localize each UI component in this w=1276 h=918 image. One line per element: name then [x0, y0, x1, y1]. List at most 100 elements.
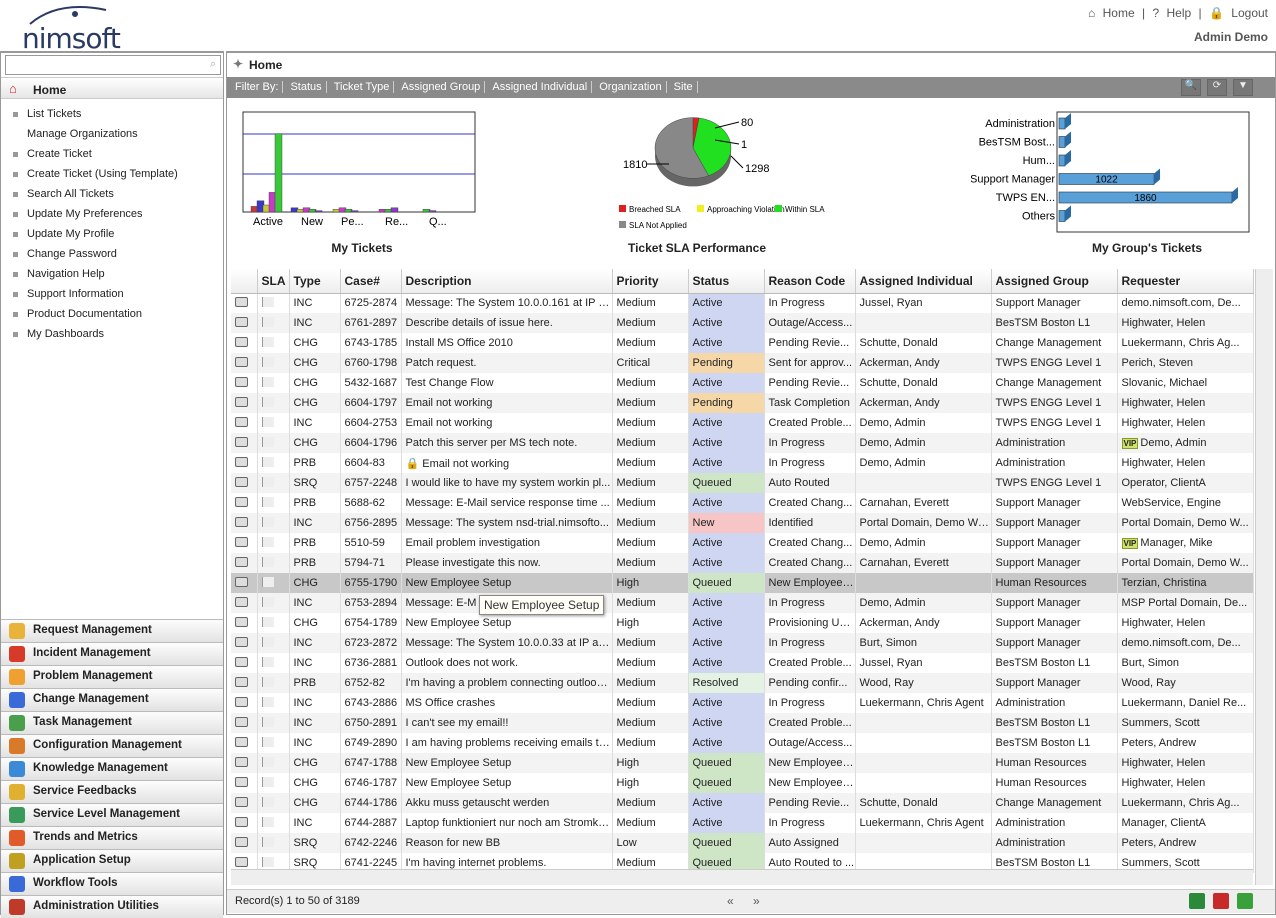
print-icon[interactable]	[235, 416, 248, 427]
filter-organization[interactable]: Organization	[595, 81, 667, 93]
column-header-assigned-individual[interactable]: Assigned Individual	[855, 269, 992, 294]
refresh-icon[interactable]: ⟳	[1207, 79, 1227, 96]
module-service-feedbacks[interactable]: Service Feedbacks	[1, 780, 223, 803]
cell-case-number[interactable]: 6757-2248	[340, 473, 402, 493]
print-icon[interactable]	[235, 436, 248, 447]
module-configuration-management[interactable]: Configuration Management	[1, 734, 223, 757]
cell-case-number[interactable]: 6723-2872	[340, 633, 402, 653]
table-row[interactable]: PRB 6752-82 I'm having a problem connectin…	[231, 673, 1254, 693]
module-knowledge-management[interactable]: Knowledge Management	[1, 757, 223, 780]
column-header-assigned-group[interactable]: Assigned Group	[991, 269, 1118, 294]
table-row[interactable]: PRB 6604-83 🔒 Email not working Medium Activ…	[231, 453, 1254, 473]
my-tickets-bar[interactable]	[428, 210, 437, 213]
prev-page-button[interactable]: «	[727, 894, 734, 908]
print-icon[interactable]	[235, 676, 248, 687]
help-icon[interactable]: ?	[1152, 6, 1159, 20]
sidebar-item-list-tickets[interactable]: List Tickets	[1, 105, 178, 125]
filter-site[interactable]: Site	[669, 81, 698, 93]
my-tickets-bar[interactable]	[350, 210, 359, 213]
print-icon[interactable]	[235, 696, 248, 707]
table-row[interactable]: CHG 6747-1788 New Employee Setup High Queued…	[231, 753, 1254, 773]
cell-case-number[interactable]: 6744-1786	[340, 793, 402, 813]
module-trends-and-metrics[interactable]: Trends and Metrics	[1, 826, 223, 849]
sla-pie-chart[interactable]: 1810 80 1 1298 Breached SLA Approaching V…	[607, 106, 867, 246]
sidebar-item-change-password[interactable]: Change Password	[1, 245, 178, 265]
cell-case-number[interactable]: 6756-2895	[340, 513, 402, 533]
horizontal-scrollbar[interactable]	[231, 869, 1253, 885]
print-icon[interactable]	[235, 496, 248, 507]
refresh-export-icon[interactable]	[1237, 893, 1253, 909]
table-row[interactable]: INC 6749-2890 I am having problems receivi…	[231, 733, 1254, 753]
search-tool-icon[interactable]: 🔍	[1181, 79, 1201, 96]
print-icon[interactable]	[235, 516, 248, 527]
table-row[interactable]: CHG 6754-1789 New Employee Setup High Active…	[231, 613, 1254, 633]
table-row[interactable]: CHG 6604-1796 Patch this server per MS tec…	[231, 433, 1254, 453]
module-incident-management[interactable]: Incident Management	[1, 642, 223, 665]
table-row[interactable]: CHG 5432-1687 Test Change Flow Medium Active…	[231, 373, 1254, 393]
module-workflow-tools[interactable]: Workflow Tools	[1, 872, 223, 895]
print-icon[interactable]	[235, 796, 248, 807]
print-icon[interactable]	[235, 376, 248, 387]
cell-case-number[interactable]: 6747-1788	[340, 753, 402, 773]
table-row[interactable]: INC 6725-2874 Message: The System 10.0.0.1…	[231, 293, 1254, 313]
cell-case-number[interactable]: 6752-82	[340, 673, 402, 693]
cell-case-number[interactable]: 6749-2890	[340, 733, 402, 753]
next-page-button[interactable]: »	[753, 894, 760, 908]
table-row[interactable]: INC 6604-2753 Email not working Medium Activ…	[231, 413, 1254, 433]
column-header-type[interactable]: Type	[289, 269, 341, 294]
table-row[interactable]: INC 6753-2894 Message: E-M Medium Active In P…	[231, 593, 1254, 613]
filter-assigned-individual[interactable]: Assigned Individual	[488, 81, 593, 93]
table-row[interactable]: PRB 5794-71 Please investigate this now. Me…	[231, 553, 1254, 573]
print-icon[interactable]	[235, 336, 248, 347]
sidebar-item-update-my-profile[interactable]: Update My Profile	[1, 225, 178, 245]
cell-case-number[interactable]: 6604-1796	[340, 433, 402, 453]
column-header-description[interactable]: Description	[401, 269, 613, 294]
module-task-management[interactable]: Task Management	[1, 711, 223, 734]
group-bar[interactable]	[1058, 154, 1066, 167]
print-icon[interactable]	[235, 536, 248, 547]
cell-case-number[interactable]: 5510-59	[340, 533, 402, 553]
sidebar-item-update-my-preferences[interactable]: Update My Preferences	[1, 205, 178, 225]
module-request-management[interactable]: Request Management	[1, 619, 223, 642]
print-icon[interactable]	[235, 316, 248, 327]
cell-case-number[interactable]: 6744-2887	[340, 813, 402, 833]
my-tickets-bar[interactable]	[314, 210, 323, 213]
sidebar-search-input[interactable]: ⌕	[5, 55, 221, 75]
cell-case-number[interactable]: 6742-2246	[340, 833, 402, 853]
cell-case-number[interactable]: 6743-2886	[340, 693, 402, 713]
home-link[interactable]: Home	[1103, 6, 1135, 20]
cell-case-number[interactable]: 6736-2881	[340, 653, 402, 673]
module-change-management[interactable]: Change Management	[1, 688, 223, 711]
cell-case-number[interactable]: 6750-2891	[340, 713, 402, 733]
group-tickets-chart[interactable]: Administration BesTSM Bost... Hum... Suppor…	[971, 108, 1271, 248]
print-icon[interactable]	[235, 656, 248, 667]
sidebar-item-product-documentation[interactable]: Product Documentation	[1, 305, 178, 325]
column-header-requester[interactable]: Requester	[1117, 269, 1254, 294]
print-icon[interactable]	[235, 476, 248, 487]
nimsoft-logo[interactable]: nimsoft	[18, 4, 138, 55]
print-icon[interactable]	[235, 556, 248, 567]
module-problem-management[interactable]: Problem Management	[1, 665, 223, 688]
sidebar-item-create-ticket-using-template-[interactable]: Create Ticket (Using Template)	[1, 165, 178, 185]
column-header-reason-code[interactable]: Reason Code	[764, 269, 856, 294]
sidebar-item-navigation-help[interactable]: Navigation Help	[1, 265, 178, 285]
logout-link[interactable]: Logout	[1231, 6, 1268, 20]
sidebar-item-support-information[interactable]: Support Information	[1, 285, 178, 305]
print-icon[interactable]	[235, 616, 248, 627]
table-row[interactable]: INC 6756-2895 Message: The system nsd-tria…	[231, 513, 1254, 533]
filter-ticket-type[interactable]: Ticket Type	[329, 81, 395, 93]
cell-case-number[interactable]: 5794-71	[340, 553, 402, 573]
sidebar-item-my-dashboards[interactable]: My Dashboards	[1, 325, 178, 345]
table-row[interactable]: INC 6750-2891 I can't see my email!! Medium…	[231, 713, 1254, 733]
lock-icon[interactable]: 🔒	[1209, 6, 1224, 20]
print-icon[interactable]	[235, 816, 248, 827]
print-icon[interactable]	[235, 456, 248, 467]
cell-case-number[interactable]: 6754-1789	[340, 613, 402, 633]
print-icon[interactable]	[235, 576, 248, 587]
print-icon[interactable]	[235, 776, 248, 787]
cell-case-number[interactable]: 6746-1787	[340, 773, 402, 793]
table-row[interactable]: INC 6736-2881 Outlook does not work. Medium…	[231, 653, 1254, 673]
table-row[interactable]: CHG 6604-1797 Email not working Medium Pendi…	[231, 393, 1254, 413]
column-header-status[interactable]: Status	[688, 269, 765, 294]
print-icon[interactable]	[235, 756, 248, 767]
